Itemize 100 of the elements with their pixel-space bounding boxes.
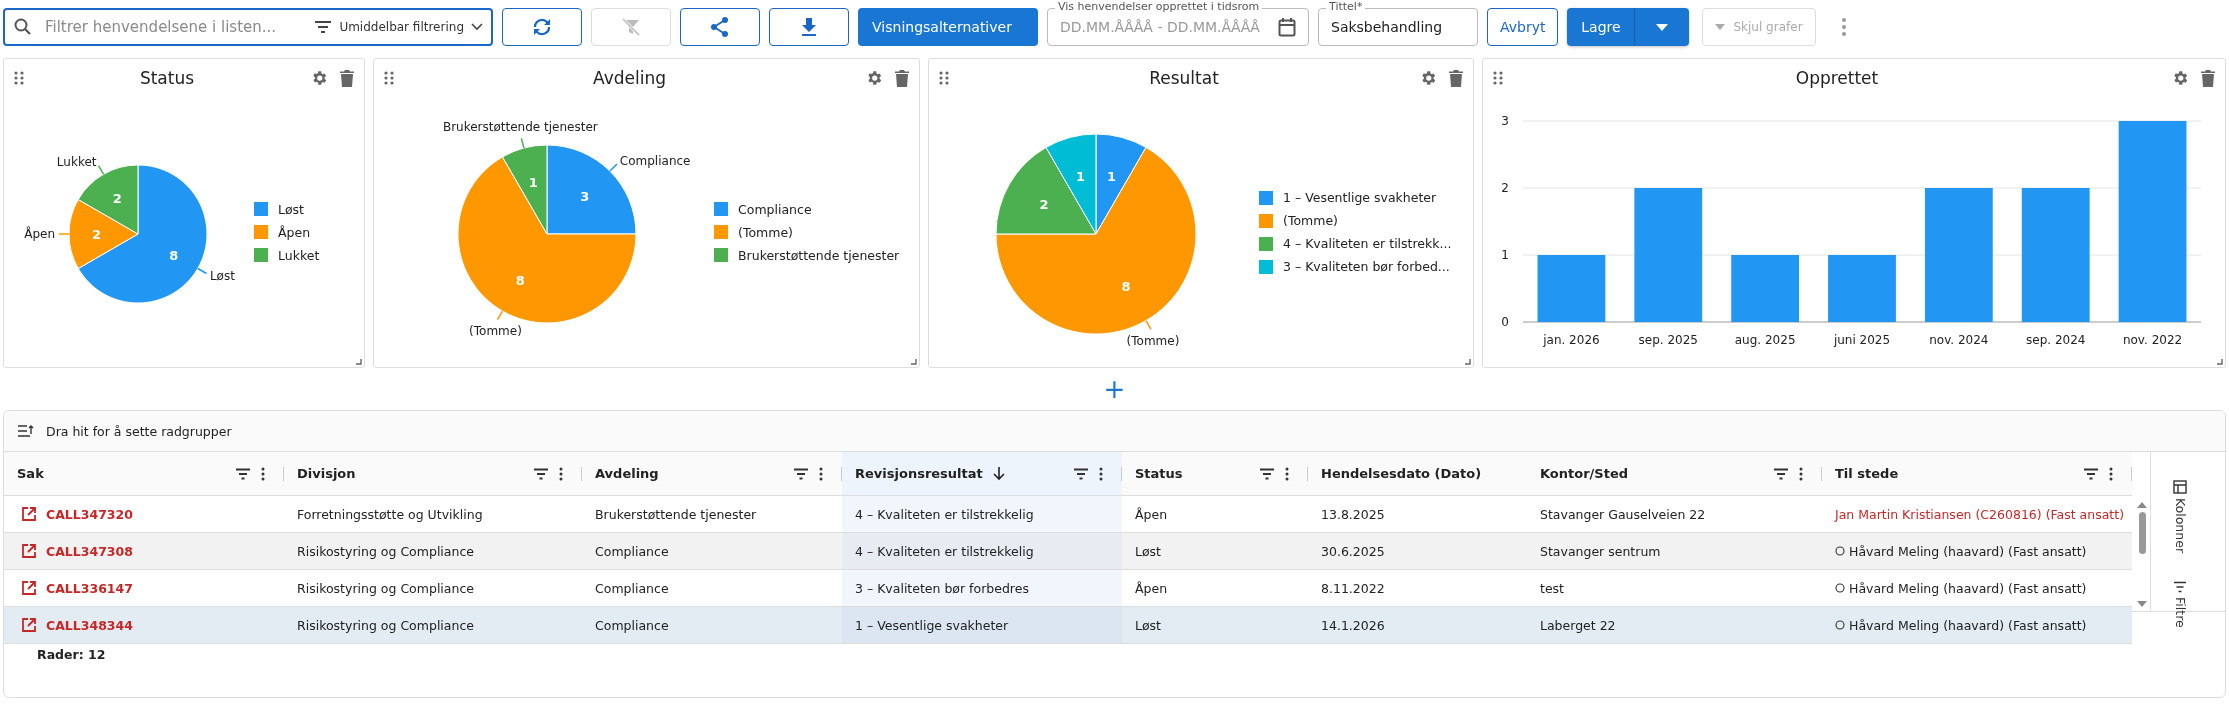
column-menu-icon[interactable] (2109, 466, 2113, 481)
chart-title: Opprettet (1794, 68, 1880, 88)
resize-handle-icon[interactable] (2217, 359, 2223, 365)
filter-icon[interactable] (235, 467, 251, 480)
filter-mode-dropdown[interactable]: Umiddelbar filtrering (314, 20, 483, 34)
settings-icon[interactable] (2171, 69, 2189, 87)
row-group-bar[interactable]: Dra hit for å sette radgrupper (4, 411, 2225, 452)
table-row[interactable]: CALL347320 Forretningsstøtte og Utvikling Brukerstøttende tjenester 4 – Kvaliteten er tilstrekkelig Åpen 13.8.2025 Stavanger Gauselveien 22 Jan Martin Kristiansen (C260816) (Fast ansatt) (4, 496, 2132, 533)
download-button[interactable] (769, 8, 849, 46)
cancel-button[interactable]: Avbryt (1487, 8, 1559, 46)
filter-icon[interactable] (1773, 467, 1789, 480)
filter-icon[interactable] (1073, 467, 1089, 480)
data-label: 1 (1075, 169, 1085, 185)
side-panel-tab[interactable]: Kolonner (2172, 480, 2188, 554)
table-cell: Forretningsstøtte og Utvikling (297, 506, 483, 522)
caret-icon (1715, 24, 1726, 30)
table-cell: Compliance (595, 543, 669, 559)
resize-handle-icon[interactable] (911, 359, 917, 365)
settings-icon[interactable] (1419, 69, 1437, 87)
column-menu-icon[interactable] (1285, 466, 1289, 481)
filter-icon[interactable] (1259, 467, 1275, 480)
axis-tick-label: 3 (1501, 114, 1509, 128)
axis-tick-label: 2 (1501, 181, 1509, 195)
refresh-button[interactable] (502, 8, 582, 46)
column-menu-icon[interactable] (261, 466, 265, 481)
more-icon[interactable] (1840, 17, 1847, 37)
delete-icon[interactable] (895, 69, 909, 87)
table-row[interactable]: CALL348344 Risikostyring og Compliance Compliance 1 – Vesentlige svakheter Løst 14.1.2026 Laberget 22 Håvard Meling (haavard) (Fast ansatt) (4, 607, 2132, 644)
save-options-button[interactable] (1635, 8, 1690, 46)
slice-label: Compliance (619, 154, 691, 169)
table-row[interactable]: CALL336147 Risikostyring og Compliance Compliance 3 – Kvaliteten bør forbedres Åpen 8.11.2022 test Håvard Meling (haavard) (Fast ansatt) (4, 570, 2132, 607)
legend-label: Løst (278, 201, 305, 217)
column-header[interactable]: Divisjon (284, 452, 582, 496)
table-cell: 1 – Vesentlige svakheter (855, 617, 1009, 633)
settings-icon[interactable] (865, 69, 883, 87)
legend-label: 1 – Vesentlige svakheter (1283, 190, 1437, 205)
table-cell: 4 – Kvaliteten er tilstrekkelig (855, 543, 1034, 559)
resize-handle-icon[interactable] (1465, 359, 1471, 365)
case-link[interactable]: CALL348344 (17, 617, 133, 633)
case-link[interactable]: CALL347308 (17, 543, 133, 559)
column-header[interactable]: Sak (4, 452, 284, 496)
filter-icon (314, 20, 333, 34)
column-header[interactable]: Revisjonsresultat (842, 452, 1122, 496)
filter-icon[interactable] (793, 467, 809, 480)
external-link-icon (22, 507, 36, 521)
column-header[interactable]: Avdeling (582, 452, 842, 496)
field-label: Vis henvendelser opprettet i tidsrom (1055, 0, 1263, 14)
filter-icon[interactable] (2083, 467, 2099, 480)
column-menu-icon[interactable] (819, 466, 823, 481)
table-cell: Compliance (595, 617, 669, 633)
axis-tick-label: 0 (1501, 315, 1509, 329)
scroll-down-icon[interactable] (2137, 601, 2147, 607)
table-cell: test (1540, 580, 1564, 596)
drag-handle-icon[interactable] (939, 71, 949, 85)
row-group-icon (18, 425, 34, 437)
delete-icon[interactable] (340, 69, 354, 87)
table-row[interactable]: CALL347308 Risikostyring og Compliance Compliance 4 – Kvaliteten er tilstrekkelig Løst 30.6.2025 Stavanger sentrum Håvard Meling (haavard) (Fast ansatt) (4, 533, 2132, 570)
table-cell: 3 – Kvaliteten bør forbedres (855, 580, 1029, 596)
column-header[interactable]: Kontor/Sted (1527, 452, 1822, 496)
legend-label: Åpen (278, 224, 311, 240)
drag-handle-icon[interactable] (384, 71, 394, 85)
refresh-icon (531, 16, 553, 38)
column-menu-icon[interactable] (1099, 466, 1103, 481)
table-cell: Risikostyring og Compliance (297, 543, 474, 559)
data-label: 2 (1039, 197, 1049, 212)
slice-label: Løst (209, 268, 235, 283)
legend-label: Brukerstøttende tjenester (738, 247, 900, 263)
external-link-icon (22, 581, 36, 595)
resize-handle-icon[interactable] (356, 359, 362, 365)
table-cell: Compliance (595, 580, 669, 596)
scroll-up-icon[interactable] (2137, 502, 2147, 508)
column-menu-icon[interactable] (559, 466, 563, 481)
column-header[interactable]: Status (1122, 452, 1308, 496)
delete-icon[interactable] (2201, 69, 2215, 87)
table-cell: Løst (1135, 543, 1162, 559)
drag-handle-icon[interactable] (1493, 71, 1503, 85)
column-menu-icon[interactable] (1799, 466, 1803, 481)
search-field[interactable]: Filtrer henvendelsene i listen... Umiddelbar filtrering (3, 8, 493, 46)
drag-handle-icon[interactable] (14, 71, 24, 85)
view-options-button[interactable]: Visningsalternativer (858, 8, 1038, 46)
caret-icon (1656, 23, 1669, 31)
settings-icon[interactable] (310, 69, 328, 87)
add-chart-button[interactable]: + (1097, 375, 1132, 403)
save-button[interactable]: Lagre (1567, 8, 1636, 46)
share-icon (709, 16, 731, 38)
filter-icon[interactable] (533, 467, 549, 480)
scrollbar-thumb[interactable] (2138, 512, 2146, 554)
slice-label: Lukket (56, 155, 97, 170)
column-header[interactable]: Hendelsesdato (Dato) (1308, 452, 1527, 496)
side-panel-tab[interactable]: Filtre (2172, 581, 2188, 628)
slice-label: Brukerstøttende tjenester (442, 119, 598, 134)
case-link[interactable]: CALL347320 (17, 506, 133, 522)
share-button[interactable] (680, 8, 760, 46)
data-label: 8 (515, 273, 525, 289)
circle-icon (1835, 620, 1845, 630)
column-header[interactable]: Til stede (1822, 452, 2132, 496)
table-cell: 8.11.2022 (1321, 580, 1385, 596)
axis-tick-label: aug. 2025 (1734, 333, 1796, 347)
case-link[interactable]: CALL336147 (17, 580, 133, 596)
delete-icon[interactable] (1449, 69, 1463, 87)
